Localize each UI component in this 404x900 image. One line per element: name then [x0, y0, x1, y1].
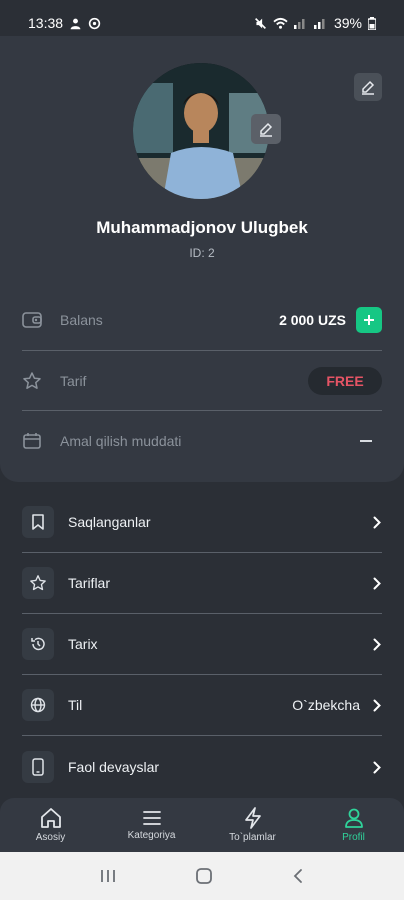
nav-home[interactable]: Asosiy: [0, 798, 101, 852]
wifi-icon: [273, 17, 288, 29]
menu-item-label: Saqlanganlar: [68, 514, 151, 530]
nav-label: Asosiy: [35, 832, 66, 843]
divider: [22, 735, 382, 736]
chevron-right-icon: [372, 637, 382, 651]
chevron-right-icon: [372, 576, 382, 590]
wallet-icon: [22, 312, 42, 328]
nav-label: Kategoriya: [127, 830, 176, 841]
system-nav-bar: [0, 852, 404, 900]
status-time: 13:38: [28, 15, 64, 31]
menu-item-label: Tarix: [68, 636, 98, 652]
chevron-right-icon: [372, 760, 382, 774]
validity-label: Amal qilish muddati: [60, 433, 182, 449]
calendar-icon: [23, 433, 41, 449]
menu-item-active-devices[interactable]: Faol devayslar: [22, 737, 382, 797]
menu-item-language[interactable]: Til O`zbekcha: [22, 675, 382, 735]
tariff-row: Tarif FREE: [22, 351, 382, 411]
balance-row: Balans 2 000 UZS: [22, 290, 382, 350]
battery-icon: [368, 16, 376, 30]
menu-item-tariffs[interactable]: Tariflar: [22, 553, 382, 613]
home-button-icon[interactable]: [195, 867, 213, 885]
star-icon: [22, 567, 54, 599]
nav-label: Profil: [342, 832, 365, 843]
signal-icon: [293, 19, 305, 29]
bookmark-icon: [22, 506, 54, 538]
back-icon[interactable]: [291, 868, 305, 884]
balance-label: Balans: [60, 312, 103, 328]
user-id: ID: 2: [189, 246, 215, 260]
avatar: [133, 63, 269, 199]
validity-dash: [360, 440, 372, 442]
location-icon: [88, 17, 101, 29]
tariff-badge: FREE: [308, 367, 382, 395]
chevron-right-icon: [372, 698, 382, 712]
recent-apps-icon[interactable]: [99, 868, 117, 884]
menu-item-history[interactable]: Tarix: [22, 614, 382, 674]
nav-label: To`plamlar: [229, 832, 276, 843]
star-icon: [23, 372, 41, 389]
account-icon: [70, 18, 81, 29]
profile-icon: [344, 808, 363, 828]
nav-collections[interactable]: To`plamlar: [202, 798, 303, 852]
phone-icon: [22, 751, 54, 783]
nav-profile[interactable]: Profil: [303, 798, 404, 852]
menu-item-label: Faol devayslar: [68, 759, 160, 775]
bottom-nav: Asosiy Kategoriya To`plamlar Profil: [0, 798, 404, 852]
plus-icon: [364, 315, 374, 325]
menu-icon: [142, 811, 161, 825]
nav-categories[interactable]: Kategoriya: [101, 798, 202, 852]
home-icon: [40, 808, 61, 828]
lightning-icon: [244, 807, 261, 829]
balance-value: 2 000 UZS: [279, 312, 346, 328]
menu-item-saved[interactable]: Saqlanganlar: [22, 492, 382, 552]
add-balance-button[interactable]: [356, 307, 382, 333]
language-value: O`zbekcha: [292, 697, 360, 713]
signal-2-icon: [313, 19, 325, 29]
pencil-icon: [260, 122, 273, 137]
battery-text: 39%: [333, 15, 362, 31]
globe-icon: [22, 689, 54, 721]
menu-item-label: Til: [68, 697, 83, 713]
mute-icon: [255, 17, 266, 29]
user-name: Muhammadjonov Ulugbek: [96, 218, 308, 237]
edit-avatar-button[interactable]: [251, 114, 281, 144]
chevron-right-icon: [372, 515, 382, 529]
history-icon: [22, 628, 54, 660]
validity-row: Amal qilish muddati: [22, 411, 382, 471]
menu-item-label: Tariflar: [68, 575, 111, 591]
edit-profile-button[interactable]: [354, 73, 382, 101]
tariff-label: Tarif: [60, 373, 87, 389]
pencil-icon: [362, 80, 375, 95]
